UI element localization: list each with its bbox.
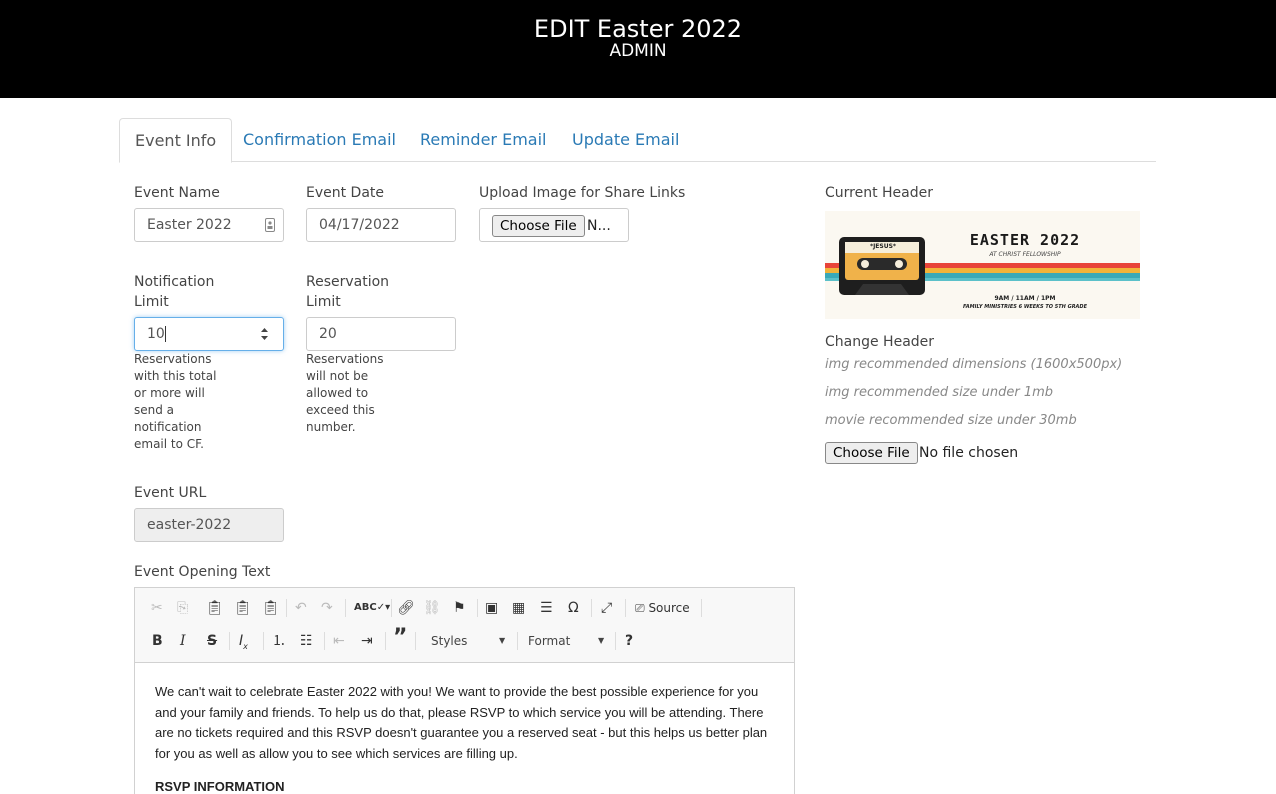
page-header: EDIT Easter 2022 ADMIN [0,0,1276,98]
format-dropdown[interactable]: Format ▼ [528,632,604,650]
page-title: EDIT Easter 2022 [533,15,743,43]
undo-icon[interactable]: ↶ [295,599,307,617]
toolbar-separator [415,632,416,650]
number-spinner-icon[interactable] [260,327,269,341]
event-name-value: Easter 2022 [147,217,232,233]
event-date-label: Event Date [306,185,385,201]
indent-icon[interactable]: ⇥ [361,632,373,650]
anchor-flag-icon[interactable]: ⚑ [453,599,466,617]
chevron-down-icon: ▼ [499,636,506,645]
tab-update-email[interactable]: Update Email [572,118,679,162]
image-icon[interactable]: ▣ [485,599,498,617]
toolbar-separator [517,632,518,650]
notification-limit-value: 10 [147,326,165,342]
banner-title: EASTER 2022 [969,231,1081,249]
reservation-limit-help: Reservations will not be allowed to exce… [306,352,384,434]
link-icon[interactable]: 🔗︎ [397,599,415,617]
outdent-icon[interactable]: ⇤ [333,632,345,650]
change-header-choose-button[interactable]: Choose File [825,442,918,464]
redo-icon[interactable]: ↷ [321,599,333,617]
change-header-status: No file chosen [919,445,1019,461]
editor-content[interactable]: We can't wait to celebrate Easter 2022 w… [155,682,775,794]
help-icon[interactable]: ? [625,632,633,650]
numbered-list-icon[interactable]: ⒈ [272,632,286,650]
header-size-hint: img recommended size under 1mb [825,385,1054,400]
strikethrough-icon[interactable]: S [207,632,217,650]
tab-reminder-email[interactable]: Reminder Email [420,118,546,162]
notification-limit-label-2: Limit [134,294,169,310]
banner-subtitle: AT CHRIST FELLOWSHIP [989,251,1061,258]
paste-icon[interactable]: 📋︎ [206,599,224,617]
tab-confirmation-email[interactable]: Confirmation Email [243,118,396,162]
page-subtitle: ADMIN [609,41,667,61]
editor-toolbar: ✂ ⎘ 📋︎ 📋︎ 📋︎ ↶ ↷ ABC✓▾ 🔗︎ ⛓︎ ⚑ ▣ ▦ ☰ Ω ⤢… [135,588,794,663]
unlink-icon[interactable]: ⛓︎ [423,599,441,617]
styles-dropdown[interactable]: Styles ▼ [431,632,505,650]
toolbar-separator [591,599,592,617]
reservation-limit-label-1: Reservation [306,274,390,290]
spellcheck-icon[interactable]: ABC✓▾ [354,599,390,617]
toolbar-separator [701,599,702,617]
bulleted-list-icon[interactable]: ☷ [300,632,313,650]
rich-text-editor[interactable]: ✂ ⎘ 📋︎ 📋︎ 📋︎ ↶ ↷ ABC✓▾ 🔗︎ ⛓︎ ⚑ ▣ ▦ ☰ Ω ⤢… [134,587,795,794]
toolbar-separator [391,599,392,617]
source-button[interactable]: ⎚ Source [635,599,690,617]
opening-paragraph: We can't wait to celebrate Easter 2022 w… [155,684,768,761]
cut-icon[interactable]: ✂ [151,599,163,617]
toolbar-separator [345,599,346,617]
remove-format-icon[interactable]: Ix [239,632,248,656]
notification-limit-help: Reservations with this total or more wil… [134,352,217,451]
event-name-label: Event Name [134,185,220,201]
notification-limit-label-1: Notification [134,274,215,290]
tab-event-info[interactable]: Event Info [119,118,233,163]
text-cursor [164,326,166,342]
event-url-input: easter-2022 [134,508,284,542]
opening-text-label: Event Opening Text [134,564,271,580]
upload-share-label: Upload Image for Share Links [479,185,686,201]
header-dimensions-hint: img recommended dimensions (1600x500px) [825,357,1123,372]
event-date-input[interactable]: 04/17/2022 [306,208,456,242]
table-icon[interactable]: ▦ [512,599,525,617]
paste-word-icon[interactable]: 📋︎ [262,599,280,617]
share-image-choose-button[interactable]: Choose File [492,215,585,237]
notification-limit-input[interactable]: 10 [134,317,284,351]
toolbar-separator [324,632,325,650]
toolbar-separator [286,599,287,617]
banner-times: 9AM / 11AM / 1PM [994,295,1056,302]
paste-text-icon[interactable]: 📋︎ [234,599,252,617]
maximize-icon[interactable]: ⤢ [601,599,612,617]
movie-size-hint: movie recommended size under 30mb [825,413,1077,428]
current-header-label: Current Header [825,185,934,201]
toolbar-separator [615,632,616,650]
special-char-icon[interactable]: Ω [568,599,579,617]
event-url-label: Event URL [134,485,207,501]
toolbar-separator [625,599,626,617]
toolbar-separator [385,632,386,650]
toolbar-separator [263,632,264,650]
tape-label: *JESUS* [869,243,897,250]
banner-note: FAMILY MINISTRIES 6 WEEKS TO 5TH GRADE [963,304,1087,310]
chevron-down-icon: ▼ [598,636,605,645]
share-image-file-input[interactable]: Choose File N... [479,208,629,242]
blockquote-icon[interactable]: ” [393,627,407,649]
header-banner-art [825,237,1140,295]
current-header-image: *JESUS* EASTER 2022 AT CHRIST FELLOWSHIP… [825,211,1140,319]
copy-icon[interactable]: ⎘ [177,599,188,617]
source-label: Source [648,601,690,615]
contact-card-icon [265,218,275,232]
rsvp-heading: RSVP INFORMATION [155,779,285,794]
source-icon: ⎚ [635,601,645,615]
horizontal-line-icon[interactable]: ☰ [540,599,553,617]
reservation-limit-label-2: Limit [306,294,341,310]
toolbar-separator [477,599,478,617]
share-image-status: N... [587,218,611,234]
tab-bar: Event Info Confirmation Email Reminder E… [119,118,1156,163]
italic-icon[interactable]: I [180,632,186,650]
toolbar-separator [229,632,230,650]
event-name-input[interactable]: Easter 2022 [134,208,284,242]
change-header-label: Change Header [825,334,935,350]
reservation-limit-input[interactable]: 20 [306,317,456,351]
bold-icon[interactable]: B [152,632,163,650]
